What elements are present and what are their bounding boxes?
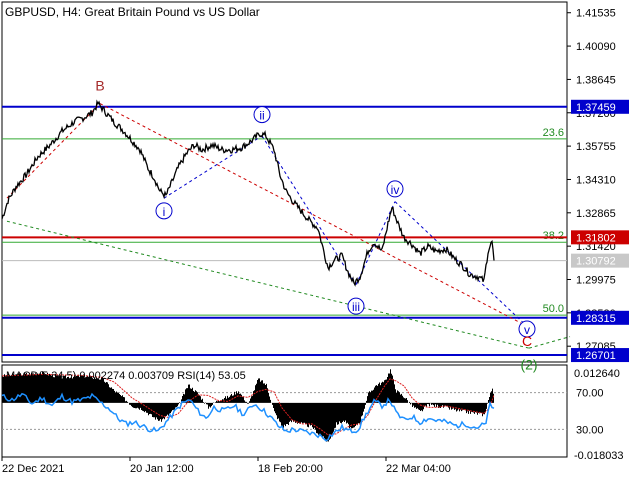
- wave-label: B: [95, 78, 104, 94]
- price-tick-label: 1.41535: [576, 8, 616, 20]
- header-timeframe: H4: [62, 5, 78, 19]
- indicator-label: MACD(5,34,5) 0.002274 0.003709 RSI(14) 5…: [6, 370, 246, 382]
- key-level-label: 1.37459: [576, 102, 616, 114]
- wave-label: (2): [520, 356, 537, 372]
- wave-label: C: [522, 333, 532, 349]
- fib-level-label: 23.6: [543, 127, 564, 139]
- macd-tick-label: -0.018033: [574, 450, 624, 462]
- macd-tick-label: 0.012640: [574, 368, 620, 380]
- wave-label: iii: [352, 300, 360, 314]
- price-tick-label: 1.32865: [576, 208, 616, 220]
- wave-label: iv: [391, 183, 400, 197]
- key-level-label: 1.28315: [576, 313, 616, 325]
- time-tick-label: 20 Jan 12:00: [130, 463, 194, 475]
- time-tick-label: 22 Dec 2021: [2, 463, 64, 475]
- current-price-label: 1.30792: [576, 256, 616, 268]
- key-level-label: 1.26701: [576, 350, 616, 362]
- price-tick-label: 1.40090: [576, 41, 616, 53]
- fib-level-label: 50.0: [543, 303, 564, 315]
- time-tick-label: 18 Feb 20:00: [258, 463, 323, 475]
- wave-label: i: [163, 205, 166, 219]
- key-level-label: 1.31802: [576, 232, 616, 244]
- fib-level-label: 38.2: [543, 230, 564, 242]
- chart-header: GBPUSD, H4: Great Britain Pound vs US Do…: [5, 5, 260, 19]
- rsi-level-label: 30.00: [576, 424, 604, 436]
- chart-canvas[interactable]: GBPUSD, H4: Great Britain Pound vs US Do…: [0, 0, 640, 480]
- header-symbol: GBPUSD: [5, 5, 56, 19]
- price-tick-label: 1.35755: [576, 141, 616, 153]
- rsi-level-label: 70.00: [576, 388, 604, 400]
- price-tick-label: 1.34310: [576, 174, 616, 186]
- price-tick-label: 1.38645: [576, 74, 616, 86]
- price-tick-label: 1.29975: [576, 275, 616, 287]
- wave-label: ii: [259, 109, 264, 123]
- time-tick-label: 22 Mar 04:00: [386, 463, 451, 475]
- main-panel-frame: [1, 1, 568, 363]
- header-description: Great Britain Pound vs US Dollar: [84, 5, 259, 19]
